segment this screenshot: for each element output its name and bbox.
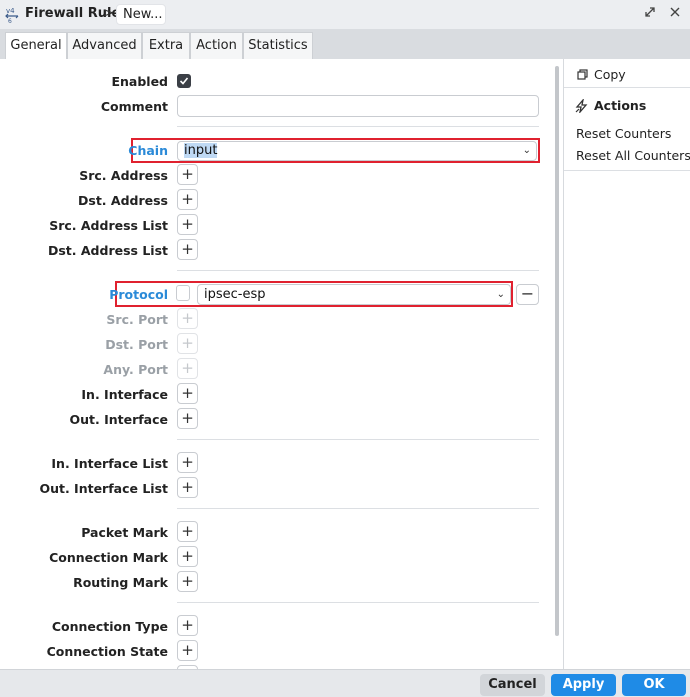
- reset-counters-button[interactable]: Reset Counters: [576, 126, 671, 141]
- breadcrumb-current[interactable]: New...: [116, 4, 166, 25]
- side-panel: Copy Actions Reset Counters Reset All Co…: [563, 59, 690, 669]
- packet-mark-label: Packet Mark: [81, 525, 168, 540]
- tab-extra[interactable]: Extra: [142, 32, 190, 59]
- title-bar: v4 6 Firewall Rule > New...: [0, 0, 690, 29]
- src-address-list-add-button[interactable]: +: [177, 214, 198, 235]
- comment-label: Comment: [100, 99, 168, 114]
- copy-button[interactable]: Copy: [594, 67, 626, 82]
- svg-text:6: 6: [8, 18, 12, 23]
- dst-address-list-add-button[interactable]: +: [177, 239, 198, 260]
- protocol-value: ipsec-esp: [204, 287, 266, 302]
- out-interface-list-label: Out. Interface List: [39, 481, 168, 496]
- scrollbar[interactable]: [555, 66, 559, 636]
- cancel-button[interactable]: Cancel: [480, 674, 545, 696]
- tab-action[interactable]: Action: [190, 32, 243, 59]
- packet-mark-add-button[interactable]: +: [177, 521, 198, 542]
- dst-port-add-button: +: [177, 333, 198, 354]
- protocol-select[interactable]: ipsec-esp ⌄: [197, 284, 511, 305]
- connection-state-label: Connection State: [46, 644, 168, 659]
- close-icon[interactable]: [667, 6, 683, 22]
- protocol-negate-checkbox[interactable]: [176, 285, 190, 301]
- protocol-label[interactable]: Protocol: [109, 287, 168, 302]
- lightning-icon: [575, 97, 588, 116]
- enabled-checkbox[interactable]: [177, 74, 191, 88]
- divider: [564, 87, 690, 88]
- tab-bar: General Advanced Extra Action Statistics: [0, 29, 690, 59]
- restore-icon[interactable]: [642, 6, 658, 22]
- dst-address-add-button[interactable]: +: [177, 189, 198, 210]
- in-interface-add-button[interactable]: +: [177, 383, 198, 404]
- protocol-remove-button[interactable]: −: [516, 284, 539, 305]
- copy-icon: [577, 68, 588, 83]
- routing-mark-add-button[interactable]: +: [177, 571, 198, 592]
- src-port-label: Src. Port: [106, 312, 168, 327]
- connection-type-add-button[interactable]: +: [177, 615, 198, 636]
- apply-button[interactable]: Apply: [551, 674, 616, 696]
- divider: [564, 170, 690, 171]
- reset-all-counters-button[interactable]: Reset All Counters: [576, 148, 690, 163]
- chevron-down-icon: ⌄: [522, 145, 531, 156]
- dst-address-list-label: Dst. Address List: [47, 243, 168, 258]
- enabled-label: Enabled: [111, 74, 168, 89]
- src-address-list-label: Src. Address List: [49, 218, 168, 233]
- chain-select[interactable]: input ⌄: [177, 141, 537, 161]
- any-port-add-button: +: [177, 358, 198, 379]
- out-interface-label: Out. Interface: [69, 412, 168, 427]
- tab-statistics[interactable]: Statistics: [243, 32, 313, 59]
- actions-heading: Actions: [594, 98, 647, 113]
- divider: [177, 602, 539, 603]
- divider: [177, 439, 539, 440]
- tab-general[interactable]: General: [5, 32, 67, 59]
- chevron-down-icon: ⌄: [496, 289, 505, 300]
- connection-state-add-button[interactable]: +: [177, 640, 198, 661]
- in-interface-label: In. Interface: [81, 387, 168, 402]
- in-interface-list-label: In. Interface List: [51, 456, 168, 471]
- breadcrumb-separator: >: [103, 6, 114, 21]
- out-interface-add-button[interactable]: +: [177, 408, 198, 429]
- divider: [177, 508, 539, 509]
- comment-input[interactable]: [177, 95, 539, 117]
- in-interface-list-add-button[interactable]: +: [177, 452, 198, 473]
- bottom-bar: Cancel Apply OK: [0, 669, 690, 697]
- divider: [177, 126, 539, 127]
- dst-address-label: Dst. Address: [78, 193, 168, 208]
- connection-mark-add-button[interactable]: +: [177, 546, 198, 567]
- firewall-rule-icon: v4 6: [5, 5, 19, 25]
- src-address-add-button[interactable]: +: [177, 164, 198, 185]
- ok-button[interactable]: OK: [622, 674, 686, 696]
- src-port-add-button: +: [177, 308, 198, 329]
- connection-mark-label: Connection Mark: [49, 550, 168, 565]
- src-address-label: Src. Address: [79, 168, 168, 183]
- any-port-label: Any. Port: [103, 362, 168, 377]
- chain-value: input: [184, 143, 218, 158]
- divider: [177, 270, 539, 271]
- connection-type-label: Connection Type: [51, 619, 168, 634]
- dst-port-label: Dst. Port: [105, 337, 168, 352]
- out-interface-list-add-button[interactable]: +: [177, 477, 198, 498]
- general-form: Enabled Comment Chain input ⌄ Src. Addre…: [0, 59, 563, 669]
- tab-advanced[interactable]: Advanced: [67, 32, 142, 59]
- chain-label[interactable]: Chain: [128, 143, 168, 158]
- routing-mark-label: Routing Mark: [73, 575, 168, 590]
